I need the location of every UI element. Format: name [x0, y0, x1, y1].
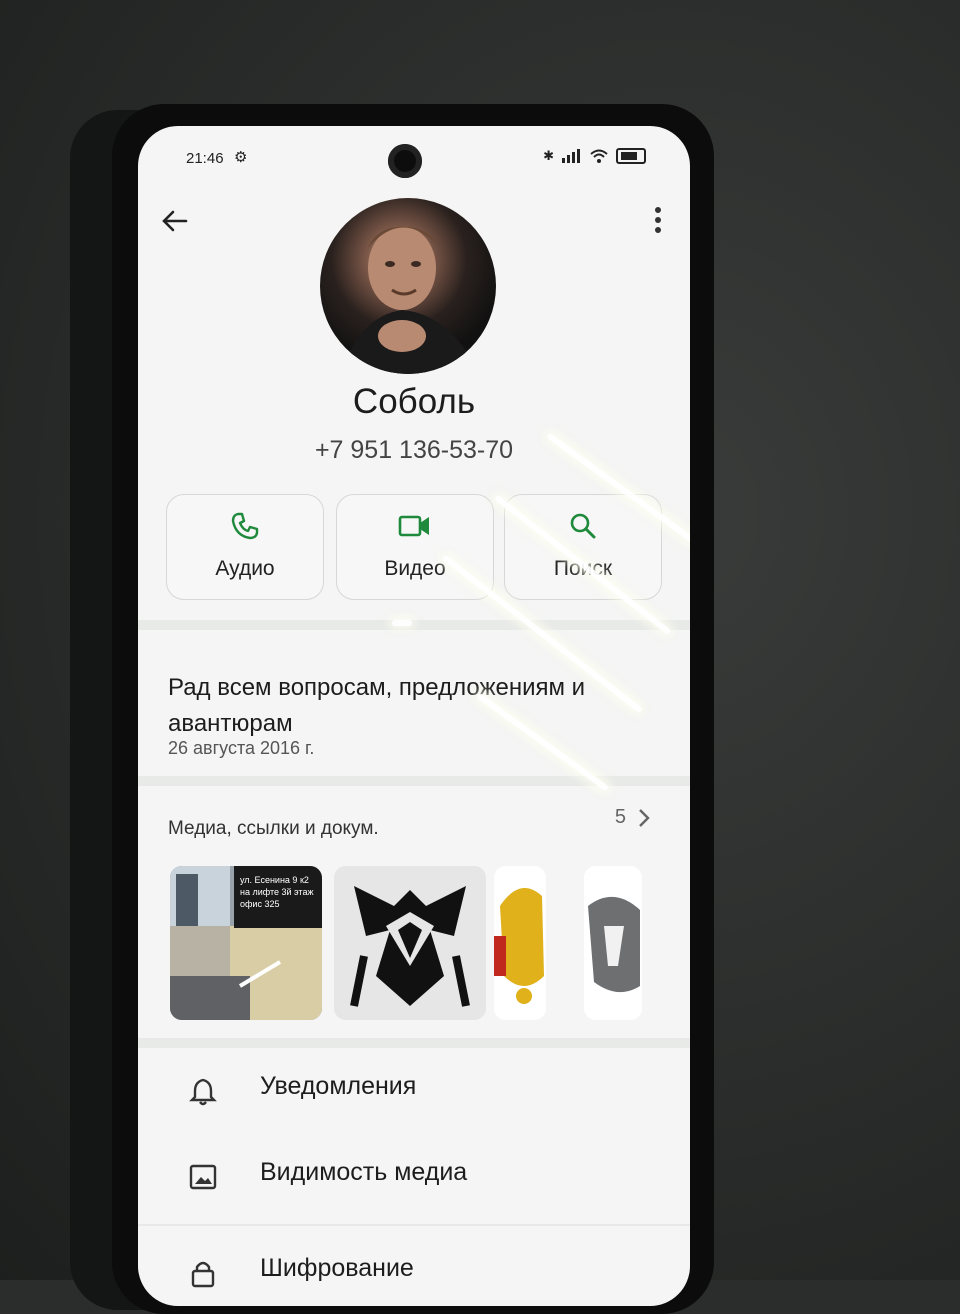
wifi-icon [590, 149, 608, 163]
lock-icon [191, 1261, 215, 1288]
status-time: 21:46 [186, 150, 224, 167]
status-icons: ✱ [543, 148, 646, 164]
notifications-row[interactable]: Уведомления [138, 1050, 690, 1130]
settings-icon: ⚙ [234, 149, 248, 166]
coat-of-arms-image [494, 866, 546, 1020]
encryption-label: Шифрование [260, 1254, 414, 1282]
media-section-title[interactable]: Медиа, ссылки и докум. [168, 818, 379, 840]
video-call-button[interactable]: Видео [336, 494, 494, 600]
bluetooth-icon: ✱ [543, 148, 554, 163]
phone-icon [231, 512, 259, 540]
media-count-link[interactable]: 5 [615, 806, 650, 829]
audio-label: Аудио [215, 557, 275, 580]
contact-avatar[interactable] [320, 198, 496, 374]
media-count: 5 [614, 806, 626, 828]
audio-call-button[interactable]: Аудио [166, 494, 324, 600]
image-icon [189, 1164, 217, 1190]
eagle-emblem-image [334, 866, 486, 1020]
front-camera [388, 144, 422, 178]
media-visibility-row[interactable]: Видимость медиа [138, 1136, 690, 1216]
battery-icon [616, 148, 646, 164]
bell-icon [189, 1078, 217, 1106]
contact-name: Соболь [352, 382, 476, 421]
signal-icon [562, 149, 580, 163]
contact-phone[interactable]: +7 951 136-53-70 [138, 436, 690, 465]
video-icon [398, 515, 429, 537]
eagle-gray-image [584, 866, 642, 1020]
caption-line: на лифте 3й этаж [240, 887, 314, 897]
arrow-left-icon [162, 210, 188, 232]
search-button[interactable]: Поиск [504, 494, 662, 600]
search-icon [570, 513, 596, 539]
about-date: 26 августа 2016 г. [168, 738, 315, 758]
media-thumbnail-map[interactable]: ул. Есенина 9 к2 на лифте 3й этаж офис 3… [170, 866, 322, 1020]
about-status-text: Рад всем вопросам, предложениям и авантю… [168, 674, 586, 737]
media-thumbnail-eagle-black[interactable] [334, 866, 486, 1020]
avatar-photo [340, 226, 480, 374]
encryption-row[interactable]: Шифрование [138, 1232, 690, 1306]
status-bar: 21:46 ⚙ ✱ [138, 126, 690, 188]
caption-line: офис 325 [240, 899, 280, 909]
caption-line: ул. Есенина 9 к2 [240, 875, 309, 885]
more-vert-icon [655, 207, 661, 233]
thumbnail-caption: ул. Есенина 9 к2 на лифте 3й этаж офис 3… [240, 874, 320, 910]
phone-screen: 21:46 ⚙ ✱ Соболь +7 951 136-53-70 Аудио … [138, 126, 690, 1306]
chevron-right-icon [639, 808, 650, 827]
back-button[interactable] [160, 206, 194, 240]
row-divider [138, 1224, 690, 1226]
media-thumbnail-coat-of-arms[interactable] [494, 866, 546, 1020]
section-divider [138, 620, 690, 630]
media-visibility-label: Видимость медиа [260, 1158, 468, 1186]
more-options-button[interactable] [648, 206, 668, 240]
notifications-label: Уведомления [260, 1072, 417, 1100]
screen-glare [392, 620, 412, 626]
section-divider [138, 1038, 690, 1048]
media-thumbnail-eagle-gray[interactable] [584, 866, 642, 1020]
